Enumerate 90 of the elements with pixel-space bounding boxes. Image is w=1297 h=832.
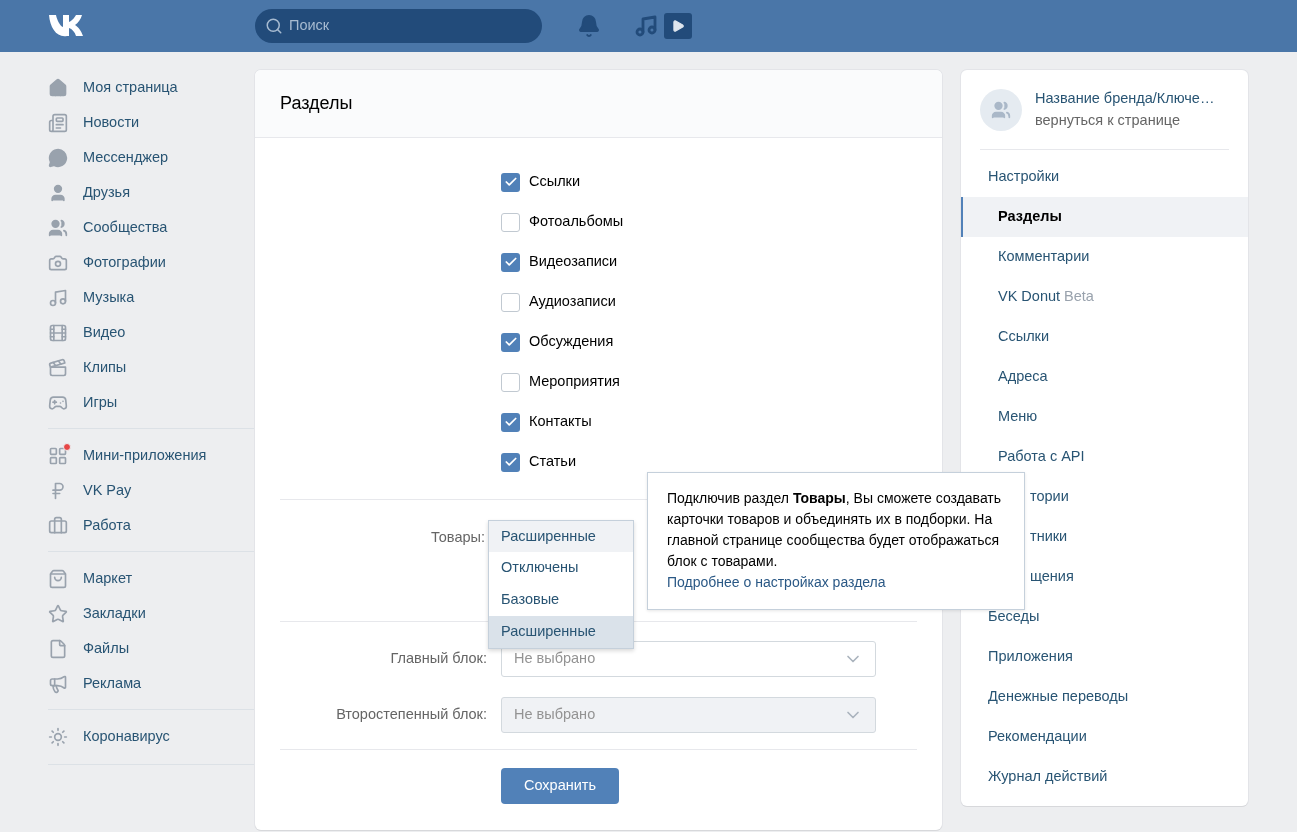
checkbox-label: Контакты [529,412,592,432]
checkbox[interactable] [501,212,520,232]
check-icon [503,175,518,189]
play-icon[interactable] [664,13,692,39]
checkbox[interactable] [501,372,520,392]
brand-name[interactable]: Название бренда/Ключе… [1035,87,1215,110]
nav-item[interactable]: VK Pay [48,473,228,508]
nav-item[interactable]: Новости [48,105,228,140]
select-option[interactable]: Базовые [489,584,633,616]
film-icon [48,322,68,343]
nav-item[interactable]: Реклама [48,666,228,701]
menu-item[interactable]: Комментарии [961,237,1248,277]
megaphone-icon [48,673,68,694]
select-option[interactable]: Расширенные [489,616,633,648]
menu-item[interactable]: Приложения [961,637,1248,677]
select-placeholder: Не выбрано [514,649,596,669]
nav-item[interactable]: Музыка [48,280,228,315]
checkbox-label: Фотоальбомы [529,212,624,232]
check-icon [503,415,518,429]
select-value[interactable]: Расширенные [489,521,633,552]
search-icon [265,17,283,35]
menu-item[interactable]: Работа с API [961,437,1248,477]
check-icon [503,255,518,269]
back-link[interactable]: вернуться к странице [1035,109,1215,132]
nav-item[interactable]: Видео [48,315,228,350]
clapperboard-icon [48,357,68,378]
nav-item[interactable]: Маркет [48,561,228,596]
nav-item[interactable]: Друзья [48,175,228,210]
save-button[interactable]: Сохранить [501,768,619,804]
menu-item[interactable]: Рекомендации [961,717,1248,757]
check-icon [503,335,518,349]
menu-item[interactable]: Адреса [961,357,1248,397]
people-icon [48,217,68,238]
nav-item[interactable]: Сообщества [48,210,228,245]
sun-icon [48,726,68,747]
nav-item[interactable]: Закладки [48,596,228,631]
checkbox[interactable] [501,252,520,272]
home-icon [48,77,68,98]
search-input[interactable]: Поиск [289,15,509,37]
menu-item[interactable]: Журнал действий [961,757,1248,797]
search-field[interactable]: Поиск [255,9,542,43]
music-note-icon [48,287,68,308]
nav-item[interactable]: Работа [48,508,228,543]
check-icon [503,455,518,469]
tooltip-text: Подключив раздел Товары, Вы сможете создавать карточки товаров и объединять их в подборки. На главной странице сообщества будет отображаться блок с товарами. [667,489,1003,571]
grid-icon [48,445,68,466]
nav-item[interactable]: Мини-приложения [48,438,228,473]
menu-item[interactable]: Денежные переводы [961,677,1248,717]
checkbox-label: Статьи [529,452,576,472]
menu-item[interactable]: VK Donut Beta [961,277,1248,317]
field-label: Второстепенный блок: [335,705,487,725]
menu-item[interactable]: Меню [961,397,1248,437]
menu-item[interactable]: Ссылки [961,317,1248,357]
star-icon [48,603,68,624]
file-icon [48,638,68,659]
shopping-bag-icon [48,568,68,589]
nav-item[interactable]: Файлы [48,631,228,666]
nav-item[interactable]: Игры [48,385,228,420]
checkbox-label: Обсуждения [529,332,614,352]
checkbox-label: Видеозаписи [529,252,618,272]
people-icon [991,99,1011,120]
tooltip-link[interactable]: Подробнее о настройках раздела [667,572,1005,593]
field-label: Товары: [431,528,485,547]
checkbox[interactable] [501,332,520,352]
checkbox[interactable] [501,172,520,192]
checkbox[interactable] [501,412,520,432]
goods-select[interactable]: Расширенные Отключены Базовые Расширенные [488,520,634,649]
select-option[interactable]: Отключены [489,552,633,584]
checkbox-label: Мероприятия [529,372,620,392]
field-label: Главный блок: [389,649,487,669]
menu-item[interactable]: Беседы [961,597,1248,637]
panel-title: Разделы [280,92,353,115]
menu-item[interactable]: Настройки [961,157,1248,197]
chat-bubble-icon [48,147,68,168]
nav-item[interactable]: Коронавирус [48,719,228,754]
select-placeholder: Не выбрано [514,705,596,725]
nav-item[interactable]: Моя страница [48,70,228,105]
beta-label: Beta [1064,287,1094,307]
menu-item-label: VK Donut [998,287,1061,307]
nav-item[interactable]: Фотографии [48,245,228,280]
checkbox-label: Аудиозаписи [529,292,616,312]
checkbox-label: Ссылки [529,172,581,192]
menu-item[interactable]: Разделы [961,197,1248,237]
checkbox[interactable] [501,452,520,472]
person-icon [48,182,68,203]
briefcase-icon [48,515,68,536]
newspaper-icon [48,112,68,133]
checkbox[interactable] [501,292,520,312]
nav-item[interactable]: Клипы [48,350,228,385]
nav-item[interactable]: Мессенджер [48,140,228,175]
